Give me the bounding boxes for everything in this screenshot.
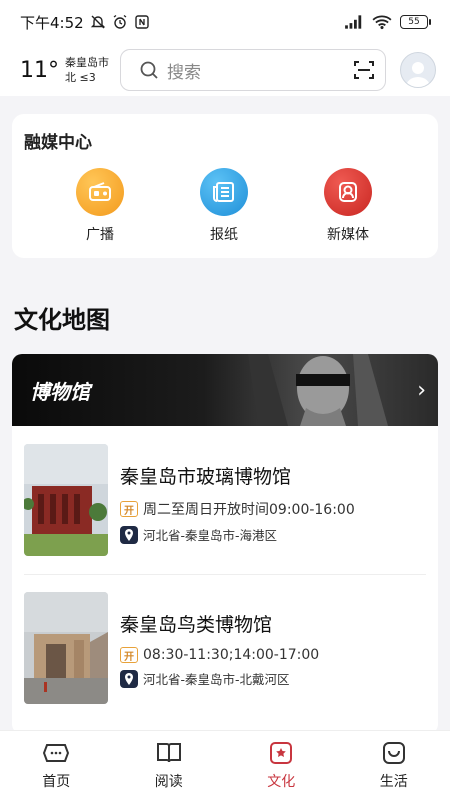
search-bar[interactable]: 搜索	[120, 49, 386, 91]
culture-map-title: 文化地图	[14, 306, 110, 334]
open-tag-icon: 开	[120, 647, 138, 663]
tab-label: 首页	[42, 774, 71, 790]
tab-culture[interactable]: 文化	[225, 731, 338, 800]
mute-bell-icon	[90, 15, 105, 29]
museum-thumbnail	[24, 444, 108, 556]
media-item-radio[interactable]: 广播	[60, 168, 140, 244]
status-time: 下午4:52	[20, 13, 84, 32]
battery-indicator: 55	[400, 15, 431, 29]
avatar[interactable]	[400, 52, 436, 88]
statue-image	[248, 354, 388, 426]
media-label-radio: 广播	[86, 227, 114, 243]
nfc-icon	[134, 15, 149, 29]
search-icon	[140, 61, 158, 79]
culture-icon	[270, 742, 293, 764]
museum-thumbnail	[24, 592, 108, 704]
tab-reading[interactable]: 阅读	[113, 731, 226, 800]
chevron-right-icon[interactable]: ›	[417, 378, 426, 403]
top-header: 11° 秦皇岛市 北 ≤3 搜索	[0, 44, 450, 96]
weather-wind: 北 ≤3	[65, 71, 96, 84]
media-label-newspaper: 报纸	[210, 227, 238, 243]
museum-hours: 08:30-11:30;14:00-17:00	[143, 647, 320, 663]
tab-label: 生活	[379, 774, 408, 790]
museum-item[interactable]: 秦皇岛鸟类博物馆 开 08:30-11:30;14:00-17:00 河北省-秦…	[24, 592, 426, 708]
media-item-new-media[interactable]: 新媒体	[308, 168, 388, 244]
museum-address: 河北省-秦皇岛市-海港区	[143, 528, 278, 543]
museum-banner[interactable]: 博物馆 ›	[12, 354, 438, 426]
new-media-icon	[324, 168, 372, 216]
tab-label: 阅读	[154, 774, 183, 790]
tab-life[interactable]: 生活	[338, 731, 450, 800]
weather-city: 秦皇岛市	[65, 56, 109, 69]
weather-widget[interactable]: 11° 秦皇岛市 北 ≤3	[20, 55, 120, 85]
media-label-new-media: 新媒体	[327, 227, 369, 243]
book-icon	[156, 743, 181, 763]
open-tag-icon: 开	[120, 501, 138, 517]
user-avatar-icon	[406, 62, 430, 87]
museum-hours: 周二至周日开放时间09:00-16:00	[143, 502, 355, 518]
media-center-title: 融媒中心	[24, 133, 92, 153]
museum-item[interactable]: 秦皇岛市玻璃博物馆 开 周二至周日开放时间09:00-16:00 河北省-秦皇岛…	[24, 444, 426, 560]
search-placeholder: 搜索	[167, 62, 201, 83]
radio-icon	[76, 168, 124, 216]
location-pin-icon	[120, 525, 138, 544]
media-item-newspaper[interactable]: 报纸	[184, 168, 264, 244]
tab-label: 文化	[267, 774, 296, 790]
scan-icon[interactable]	[353, 59, 375, 81]
wifi-icon	[372, 15, 392, 30]
status-bar: 下午4:52 55	[0, 0, 450, 44]
home-icon	[43, 744, 70, 762]
tab-home[interactable]: 首页	[0, 731, 113, 800]
divider	[24, 574, 426, 575]
temperature: 11°	[20, 57, 59, 83]
museum-card: 博物馆 › 秦皇岛市玻璃博物馆 开 周二至周日开放时间09:00-16:00 河…	[12, 354, 438, 734]
media-center-card: 融媒中心 广播 报纸 新媒体	[12, 114, 438, 258]
alarm-icon	[113, 14, 127, 29]
bottom-tab-bar: 首页 阅读 文化 生活	[0, 730, 450, 800]
signal-icon	[345, 15, 362, 29]
newspaper-icon	[200, 168, 248, 216]
museum-address: 河北省-秦皇岛市-北戴河区	[143, 672, 290, 687]
banner-title: 博物馆	[30, 380, 90, 404]
life-icon	[382, 742, 405, 764]
location-pin-icon	[120, 669, 138, 688]
museum-name: 秦皇岛市玻璃博物馆	[120, 466, 292, 488]
museum-name: 秦皇岛鸟类博物馆	[120, 614, 273, 636]
